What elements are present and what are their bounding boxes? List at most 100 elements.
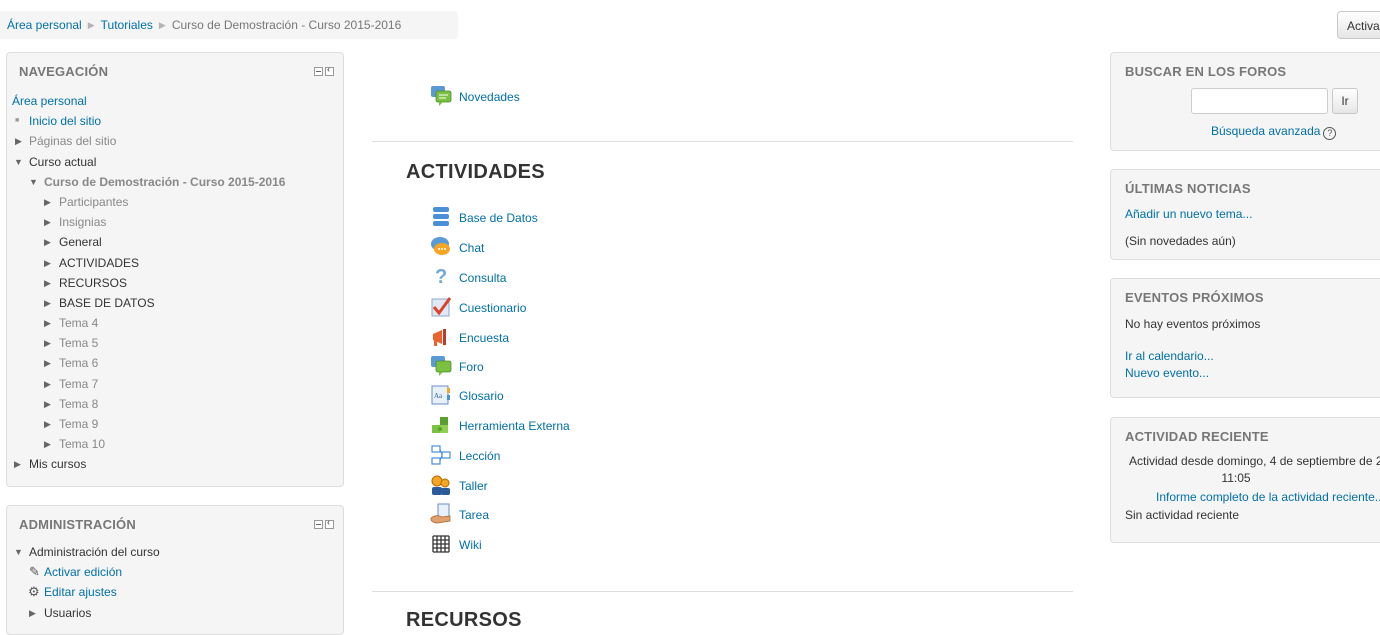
expand-arrow-icon[interactable]: ▶	[44, 414, 51, 434]
advanced-search-link[interactable]: Búsqueda avanzada	[1211, 124, 1320, 138]
dock-block-icon[interactable]	[325, 517, 334, 529]
recent-activity-title: ACTIVIDAD RECIENTE	[1125, 429, 1269, 444]
activity-label[interactable]: Encuesta	[459, 331, 509, 345]
expand-arrow-icon[interactable]: ▶	[44, 273, 51, 293]
no-recent-activity-text: Sin actividad reciente	[1125, 508, 1240, 522]
breadcrumb-tutoriales[interactable]: Tutoriales	[101, 18, 153, 32]
dock-block-icon[interactable]	[325, 64, 334, 76]
nav-my-courses[interactable]: Mis cursos	[29, 454, 86, 474]
expand-arrow-icon[interactable]: ▶	[44, 394, 51, 414]
activity-label[interactable]: Wiki	[459, 538, 482, 552]
advanced-search: Búsqueda avanzada?	[1211, 124, 1337, 140]
forum-icon	[431, 356, 452, 376]
collapse-arrow-icon[interactable]: ▼	[14, 152, 23, 172]
expand-arrow-icon[interactable]: ▶	[15, 131, 22, 151]
collapse-block-icon[interactable]	[314, 67, 323, 76]
nav-course[interactable]: Curso de Demostración - Curso 2015-2016	[44, 172, 285, 192]
svg-text:Aa: Aa	[434, 392, 443, 400]
lesson-icon	[431, 445, 451, 465]
search-forums-input[interactable]	[1191, 88, 1328, 114]
collapse-arrow-icon[interactable]: ▼	[14, 542, 23, 562]
nav-course-item[interactable]: Tema 6	[59, 353, 98, 373]
nav-course-item[interactable]: Tema 5	[59, 333, 98, 353]
nav-site-home-link[interactable]: Inicio del sitio	[29, 111, 101, 131]
navigation-title: NAVEGACIÓN	[19, 64, 109, 79]
nav-course-item[interactable]: Insignias	[59, 212, 106, 232]
recent-activity-block: ACTIVIDAD RECIENTE Actividad desde domin…	[1110, 417, 1380, 543]
nav-site-pages[interactable]: Páginas del sitio	[29, 131, 116, 151]
block-controls	[314, 517, 334, 529]
activity-label[interactable]: Base de Datos	[459, 211, 538, 225]
collapse-block-icon[interactable]	[314, 520, 323, 529]
activity-label[interactable]: Taller	[459, 479, 488, 493]
expand-arrow-icon[interactable]: ▶	[14, 454, 21, 474]
nav-course-item[interactable]: General	[59, 232, 102, 252]
full-report-link[interactable]: Informe completo de la actividad recient…	[1156, 490, 1380, 504]
nav-course-item[interactable]: Tema 10	[59, 434, 105, 454]
expand-arrow-icon[interactable]: ▶	[44, 232, 51, 252]
database-icon	[433, 207, 449, 226]
admin-course-administration[interactable]: Administración del curso	[29, 542, 160, 562]
expand-arrow-icon[interactable]: ▶	[44, 293, 51, 313]
expand-arrow-icon[interactable]: ▶	[44, 212, 51, 232]
expand-arrow-icon[interactable]: ▶	[44, 192, 51, 212]
admin-edit-mode-link[interactable]: Activar edición	[44, 562, 122, 582]
activity-label[interactable]: Chat	[459, 241, 484, 255]
nav-course-item[interactable]: Participantes	[59, 192, 128, 212]
administration-tree: ▼ Administración del curso ✎ Activar edici…	[7, 542, 343, 623]
activity-label[interactable]: Tarea	[459, 508, 489, 522]
add-new-topic-link[interactable]: Añadir un nuevo tema...	[1125, 207, 1252, 221]
nav-course-item[interactable]: Tema 9	[59, 414, 98, 434]
collapse-arrow-icon[interactable]: ▼	[29, 172, 38, 192]
expand-arrow-icon[interactable]: ▶	[44, 313, 51, 333]
breadcrumb-home[interactable]: Área personal	[7, 18, 82, 32]
activity-label[interactable]: Consulta	[459, 271, 506, 285]
nav-current-course[interactable]: Curso actual	[29, 152, 96, 172]
turn-editing-on-button[interactable]: Activar edición	[1337, 11, 1380, 39]
activity-label[interactable]: Lección	[459, 449, 500, 463]
bullet-icon: ■	[15, 117, 20, 125]
help-icon[interactable]: ?	[1323, 127, 1337, 140]
activities-section-title: ACTIVIDADES	[406, 161, 545, 183]
news-forum-link[interactable]: Novedades	[459, 90, 520, 104]
activity-label[interactable]: Foro	[459, 360, 484, 374]
puzzle-icon	[432, 417, 448, 433]
expand-arrow-icon[interactable]: ▶	[29, 603, 36, 623]
search-go-button[interactable]: Ir	[1332, 88, 1358, 114]
nav-course-item[interactable]: ACTIVIDADES	[59, 253, 139, 273]
no-events-text: No hay eventos próximos	[1125, 317, 1261, 331]
expand-arrow-icon[interactable]: ▶	[44, 353, 51, 373]
forum-icon	[431, 86, 452, 106]
expand-arrow-icon[interactable]: ▶	[44, 434, 51, 454]
pencil-icon: ✎	[29, 564, 40, 580]
section-divider	[372, 141, 1073, 142]
activity-label[interactable]: Glosario	[459, 389, 504, 403]
expand-arrow-icon[interactable]: ▶	[44, 374, 51, 394]
search-forums-block: BUSCAR EN LOS FOROS Ir Búsqueda avanzada…	[1110, 52, 1380, 151]
activity-label[interactable]: Herramienta Externa	[459, 419, 570, 433]
nav-course-item[interactable]: BASE DE DATOS	[59, 293, 155, 313]
new-event-link[interactable]: Nuevo evento...	[1125, 366, 1209, 380]
wiki-icon	[432, 535, 450, 553]
assignment-icon	[430, 503, 451, 524]
nav-course-item[interactable]: Tema 4	[59, 313, 98, 333]
nav-course-item[interactable]: Tema 8	[59, 394, 98, 414]
quiz-icon	[431, 297, 452, 317]
chat-icon	[431, 237, 450, 255]
megaphone-icon	[433, 329, 446, 346]
administration-block: ADMINISTRACIÓN ▼ Administración del curso…	[6, 505, 344, 635]
block-controls	[314, 64, 334, 76]
glossary-icon: Aa	[431, 385, 450, 405]
nav-home-link[interactable]: Área personal	[12, 91, 87, 111]
admin-users[interactable]: Usuarios	[44, 603, 91, 623]
admin-edit-settings-link[interactable]: Editar ajustes	[44, 582, 117, 602]
go-to-calendar-link[interactable]: Ir al calendario...	[1125, 349, 1214, 363]
navigation-tree: Área personal ■ Inicio del sitio ▶ Páginas…	[7, 91, 343, 475]
nav-course-item[interactable]: Tema 7	[59, 374, 98, 394]
expand-arrow-icon[interactable]: ▶	[44, 253, 51, 273]
activity-since-text: Actividad desde domingo, 4 de septiembre…	[1129, 454, 1380, 468]
question-icon: ?	[435, 266, 447, 288]
activity-label[interactable]: Cuestionario	[459, 301, 526, 315]
expand-arrow-icon[interactable]: ▶	[44, 333, 51, 353]
nav-course-item[interactable]: RECURSOS	[59, 273, 127, 293]
